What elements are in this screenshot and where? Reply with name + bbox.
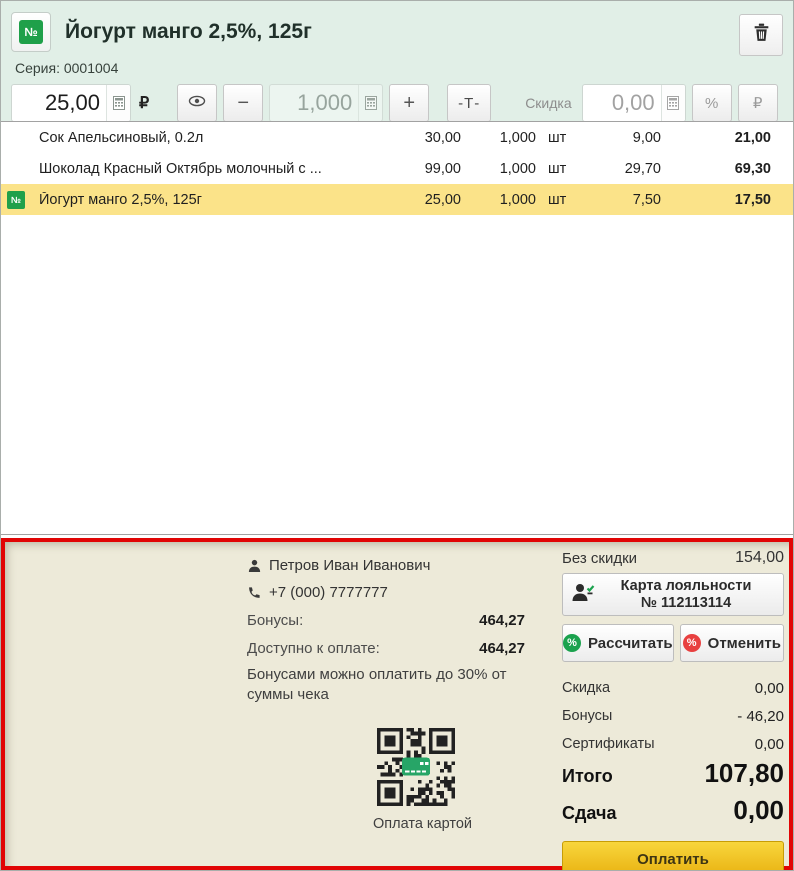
percent-red-icon: % bbox=[682, 634, 701, 652]
bonus-label: Бонусы: bbox=[247, 611, 304, 629]
item-name: Сок Апельсиновый, 0.2л bbox=[39, 129, 204, 146]
calculator-icon[interactable] bbox=[358, 85, 382, 121]
table-row-selected[interactable]: № Йогурт манго 2,5%, 125г 25,00 1,000 шт… bbox=[1, 184, 793, 215]
item-total: 69,30 bbox=[734, 160, 771, 177]
price-input-group bbox=[11, 84, 131, 122]
certificates-row-value: 0,00 bbox=[754, 735, 784, 753]
card-payment-qr: Оплата картой bbox=[373, 728, 473, 832]
discount-row-label: Скидка bbox=[562, 680, 611, 696]
available-label: Доступно к оплате: bbox=[247, 639, 380, 657]
item-total: 21,00 bbox=[734, 129, 771, 146]
item-price: 99,00 bbox=[424, 160, 461, 177]
cancel-button[interactable]: % Отменить bbox=[679, 624, 784, 662]
item-qty: 1,000 bbox=[499, 160, 536, 177]
customer-name: Петров Иван Иванович bbox=[269, 557, 431, 574]
item-unit: шт bbox=[548, 191, 567, 208]
item-toolbar: ₽ − + -Т- Скидка % bbox=[11, 84, 783, 122]
discount-input-group bbox=[581, 84, 686, 122]
pay-button-label: Оплатить bbox=[637, 850, 709, 868]
item-unit: шт bbox=[548, 160, 567, 177]
pay-button[interactable]: Оплатить bbox=[562, 841, 784, 870]
customer-info: Петров Иван Иванович +7 (000) 7777777 Бо… bbox=[247, 552, 525, 705]
item-name: Йогурт манго 2,5%, 125г bbox=[39, 191, 202, 208]
delete-row-button[interactable] bbox=[739, 14, 783, 56]
percent-icon: % bbox=[704, 94, 719, 112]
table-row[interactable]: Сок Апельсиновый, 0.2л 30,00 1,000 шт 9,… bbox=[1, 122, 793, 153]
total-value: 107,80 bbox=[704, 758, 784, 788]
no-discount-label: Без скидки bbox=[562, 549, 638, 567]
item-name: Шоколад Красный Октябрь молочный с ... bbox=[39, 160, 322, 177]
item-total: 17,50 bbox=[734, 191, 771, 208]
discount-input[interactable] bbox=[582, 85, 661, 121]
loyalty-card-button[interactable]: Карта лояльности № 112113114 bbox=[562, 573, 784, 616]
item-bonus: 29,70 bbox=[624, 160, 661, 177]
ruble-icon: ₽ bbox=[752, 95, 763, 112]
quantity-input-group bbox=[269, 84, 384, 122]
trash-icon bbox=[751, 22, 772, 48]
text-tool-icon: -Т- bbox=[458, 94, 481, 112]
product-number-badge-button[interactable]: № bbox=[11, 12, 51, 52]
discount-row-value: 0,00 bbox=[754, 679, 784, 697]
page-title: Йогурт манго 2,5%, 125г bbox=[65, 20, 312, 43]
person-check-icon bbox=[571, 581, 597, 608]
change-value: 0,00 bbox=[733, 795, 784, 825]
item-price: 25,00 bbox=[424, 191, 461, 208]
customer-phone: +7 (000) 7777777 bbox=[269, 584, 388, 601]
person-icon bbox=[247, 558, 269, 574]
totals-column: Без скидки 154,00 Карта лояльности № 112… bbox=[562, 546, 784, 870]
quantity-decrease-button[interactable]: − bbox=[223, 84, 264, 122]
plus-icon: + bbox=[403, 91, 416, 114]
product-header: № Йогурт манго 2,5%, 125г Серия: 0001004… bbox=[1, 1, 793, 122]
bonus-note: Бонусами можно оплатить до 30% от суммы … bbox=[247, 666, 507, 703]
view-button[interactable] bbox=[177, 84, 218, 122]
table-row[interactable]: Шоколад Красный Октябрь молочный с ... 9… bbox=[1, 153, 793, 184]
loyalty-card-title: Карта лояльности bbox=[620, 577, 752, 594]
payment-panel: Петров Иван Иванович +7 (000) 7777777 Бо… bbox=[1, 538, 793, 870]
calculate-button-label: Рассчитать bbox=[588, 634, 673, 652]
bonus-value: 464,27 bbox=[479, 611, 525, 629]
text-comment-button[interactable]: -Т- bbox=[447, 84, 492, 122]
item-price: 30,00 bbox=[424, 129, 461, 146]
price-currency-label: ₽ bbox=[139, 95, 150, 112]
certificates-row-label: Сертификаты bbox=[562, 736, 655, 752]
row-badge: № bbox=[1, 190, 31, 209]
qr-caption: Оплата картой bbox=[373, 816, 473, 832]
discount-label: Скидка bbox=[525, 95, 572, 111]
discount-ruble-button[interactable]: ₽ bbox=[737, 84, 778, 122]
loyalty-card-text: Карта лояльности № 112113114 bbox=[597, 578, 775, 612]
receipt-table: Сок Апельсиновый, 0.2л 30,00 1,000 шт 9,… bbox=[1, 121, 793, 535]
item-bonus: 7,50 bbox=[632, 191, 661, 208]
qr-code bbox=[377, 728, 455, 806]
total-label: Итого bbox=[562, 766, 613, 786]
item-bonus: 9,00 bbox=[632, 129, 661, 146]
bonuses-row-label: Бонусы bbox=[562, 708, 613, 724]
loyalty-card-number: № 112113114 bbox=[640, 594, 732, 611]
percent-green-icon: % bbox=[563, 634, 581, 652]
price-input[interactable] bbox=[12, 85, 106, 121]
calculator-icon[interactable] bbox=[106, 85, 130, 121]
number-badge-icon: № bbox=[19, 20, 43, 44]
item-qty: 1,000 bbox=[499, 191, 536, 208]
bonuses-row-value: - 46,20 bbox=[737, 707, 784, 725]
available-value: 464,27 bbox=[479, 639, 525, 657]
number-badge-icon: № bbox=[7, 190, 25, 209]
item-unit: шт bbox=[548, 129, 567, 146]
calculator-icon[interactable] bbox=[660, 85, 685, 121]
pos-window: № Йогурт манго 2,5%, 125г Серия: 0001004… bbox=[0, 0, 794, 871]
minus-icon: − bbox=[237, 91, 250, 114]
item-qty: 1,000 bbox=[499, 129, 536, 146]
cancel-button-label: Отменить bbox=[707, 634, 781, 652]
phone-icon bbox=[247, 586, 269, 600]
no-discount-value: 154,00 bbox=[735, 549, 784, 566]
calculate-button[interactable]: % Рассчитать bbox=[562, 624, 674, 662]
quantity-increase-button[interactable]: + bbox=[389, 84, 430, 122]
quantity-input[interactable] bbox=[270, 85, 359, 121]
change-label: Сдача bbox=[562, 803, 617, 823]
discount-percent-button[interactable]: % bbox=[691, 84, 732, 122]
series-label: Серия: 0001004 bbox=[15, 60, 119, 76]
eye-icon bbox=[188, 94, 206, 112]
